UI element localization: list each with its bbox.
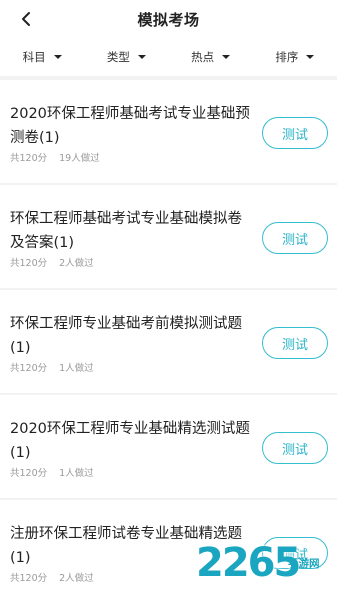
exam-item[interactable]: 2020环保工程师专业基础精选测试题(1) 共120分 1人做过 测试 [0, 395, 337, 498]
caret-down-icon [53, 55, 62, 59]
filter-label: 科目 [22, 50, 46, 64]
app-screen: 模拟考场 科目 类型 热点 排序 2020环保工程师基础考试专业基础预测卷(1)… [0, 0, 337, 600]
test-button[interactable]: 测试 [262, 537, 328, 569]
filter-label: 热点 [191, 50, 215, 64]
header: 模拟考场 [0, 0, 337, 38]
exam-score: 共120分 [10, 363, 48, 374]
exam-meta: 共120分 1人做过 [10, 360, 94, 374]
exam-takers: 1人做过 [59, 468, 94, 479]
caret-down-icon [137, 55, 146, 59]
filter-hot[interactable]: 热点 [169, 38, 253, 76]
filter-subject[interactable]: 科目 [0, 38, 84, 76]
exam-list: 2020环保工程师基础考试专业基础预测卷(1) 共120分 19人做过 测试 环… [0, 80, 337, 600]
exam-takers: 1人做过 [59, 363, 94, 374]
exam-title: 注册环保工程师试卷专业基础精选题(1) [10, 526, 242, 566]
exam-score: 共120分 [10, 153, 48, 164]
filter-label: 排序 [275, 50, 299, 64]
exam-score: 共120分 [10, 468, 48, 479]
exam-takers: 2人做过 [59, 258, 94, 269]
caret-down-icon [222, 55, 231, 59]
page-title: 模拟考场 [137, 11, 200, 29]
filter-type[interactable]: 类型 [84, 38, 168, 76]
exam-title: 2020环保工程师专业基础精选测试题(1) [10, 421, 250, 461]
caret-down-icon [306, 55, 315, 59]
exam-item[interactable]: 注册环保工程师试卷专业基础精选题(1) 共120分 2人做过 测试 [0, 500, 337, 600]
exam-meta: 共120分 19人做过 [10, 150, 100, 164]
test-button[interactable]: 测试 [262, 222, 328, 254]
exam-score: 共120分 [10, 573, 48, 584]
test-button[interactable]: 测试 [262, 432, 328, 464]
exam-title: 环保工程师专业基础考前模拟测试题(1) [10, 316, 242, 356]
exam-title: 环保工程师基础考试专业基础模拟卷及答案(1) [10, 211, 242, 251]
exam-takers: 2人做过 [59, 573, 94, 584]
exam-item[interactable]: 环保工程师基础考试专业基础模拟卷及答案(1) 共120分 2人做过 测试 [0, 185, 337, 288]
exam-meta: 共120分 2人做过 [10, 255, 94, 269]
exam-takers: 19人做过 [59, 153, 100, 164]
test-button[interactable]: 测试 [262, 117, 328, 149]
exam-title: 2020环保工程师基础考试专业基础预测卷(1) [10, 106, 250, 146]
exam-meta: 共120分 1人做过 [10, 465, 94, 479]
test-button[interactable]: 测试 [262, 327, 328, 359]
filter-bar: 科目 类型 热点 排序 [0, 38, 337, 76]
filter-sort[interactable]: 排序 [253, 38, 337, 76]
exam-item[interactable]: 环保工程师专业基础考前模拟测试题(1) 共120分 1人做过 测试 [0, 290, 337, 393]
exam-score: 共120分 [10, 258, 48, 269]
exam-item[interactable]: 2020环保工程师基础考试专业基础预测卷(1) 共120分 19人做过 测试 [0, 80, 337, 183]
exam-meta: 共120分 2人做过 [10, 570, 94, 584]
filter-label: 类型 [106, 50, 130, 64]
